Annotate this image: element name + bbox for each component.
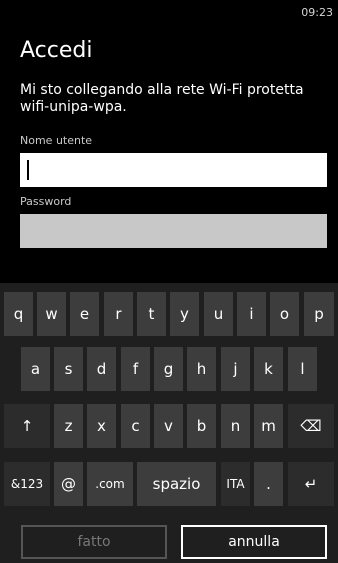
key-o[interactable]: o: [270, 292, 299, 336]
key-c[interactable]: c: [121, 404, 150, 448]
key-e[interactable]: e: [70, 292, 99, 336]
key-z[interactable]: z: [54, 404, 83, 448]
username-input[interactable]: [20, 153, 327, 187]
key-period[interactable]: .: [254, 462, 283, 506]
backspace-key[interactable]: ⌫: [288, 404, 334, 448]
password-input[interactable]: [20, 214, 327, 248]
page-title: Accedi: [20, 38, 93, 63]
enter-icon: ↵: [304, 475, 318, 493]
on-screen-keyboard: q w e r t y u i o p a s d f g h j k l ↑ …: [0, 283, 338, 563]
dotcom-key[interactable]: .com: [87, 462, 133, 506]
key-l[interactable]: l: [288, 347, 317, 391]
password-label: Password: [20, 195, 72, 208]
text-caret: [27, 160, 29, 180]
key-r[interactable]: r: [104, 292, 133, 336]
key-i[interactable]: i: [237, 292, 266, 336]
key-h[interactable]: h: [187, 347, 216, 391]
backspace-icon: ⌫: [300, 417, 322, 435]
key-v[interactable]: v: [154, 404, 183, 448]
symbols-key-label: &123: [10, 477, 44, 491]
key-m[interactable]: m: [254, 404, 283, 448]
dotcom-key-label: .com: [95, 477, 125, 491]
shift-arrow-icon: ↑: [20, 417, 34, 435]
enter-key[interactable]: ↵: [288, 462, 334, 506]
key-d[interactable]: d: [87, 347, 116, 391]
connection-message: Mi sto collegando alla rete Wi-Fi protet…: [20, 82, 304, 115]
key-at[interactable]: @: [54, 462, 83, 506]
key-q[interactable]: q: [4, 292, 33, 336]
key-p[interactable]: p: [304, 292, 334, 336]
key-y[interactable]: y: [170, 292, 199, 336]
language-key-label: ITA: [226, 477, 245, 491]
key-a[interactable]: a: [21, 347, 50, 391]
key-f[interactable]: f: [121, 347, 150, 391]
cancel-button[interactable]: annulla: [181, 525, 327, 559]
key-b[interactable]: b: [187, 404, 216, 448]
key-x[interactable]: x: [87, 404, 116, 448]
key-g[interactable]: g: [154, 347, 183, 391]
key-t[interactable]: t: [137, 292, 166, 336]
shift-key[interactable]: ↑: [4, 404, 50, 448]
space-key[interactable]: spazio: [137, 462, 216, 506]
key-s[interactable]: s: [54, 347, 83, 391]
status-time: 09:23: [301, 6, 333, 19]
done-button[interactable]: fatto: [21, 525, 167, 559]
language-key[interactable]: ITA: [221, 462, 250, 506]
key-k[interactable]: k: [254, 347, 283, 391]
key-n[interactable]: n: [221, 404, 250, 448]
key-j[interactable]: j: [221, 347, 250, 391]
symbols-key[interactable]: &123: [4, 462, 50, 506]
key-w[interactable]: w: [37, 292, 66, 336]
key-u[interactable]: u: [204, 292, 233, 336]
username-label: Nome utente: [20, 134, 93, 147]
